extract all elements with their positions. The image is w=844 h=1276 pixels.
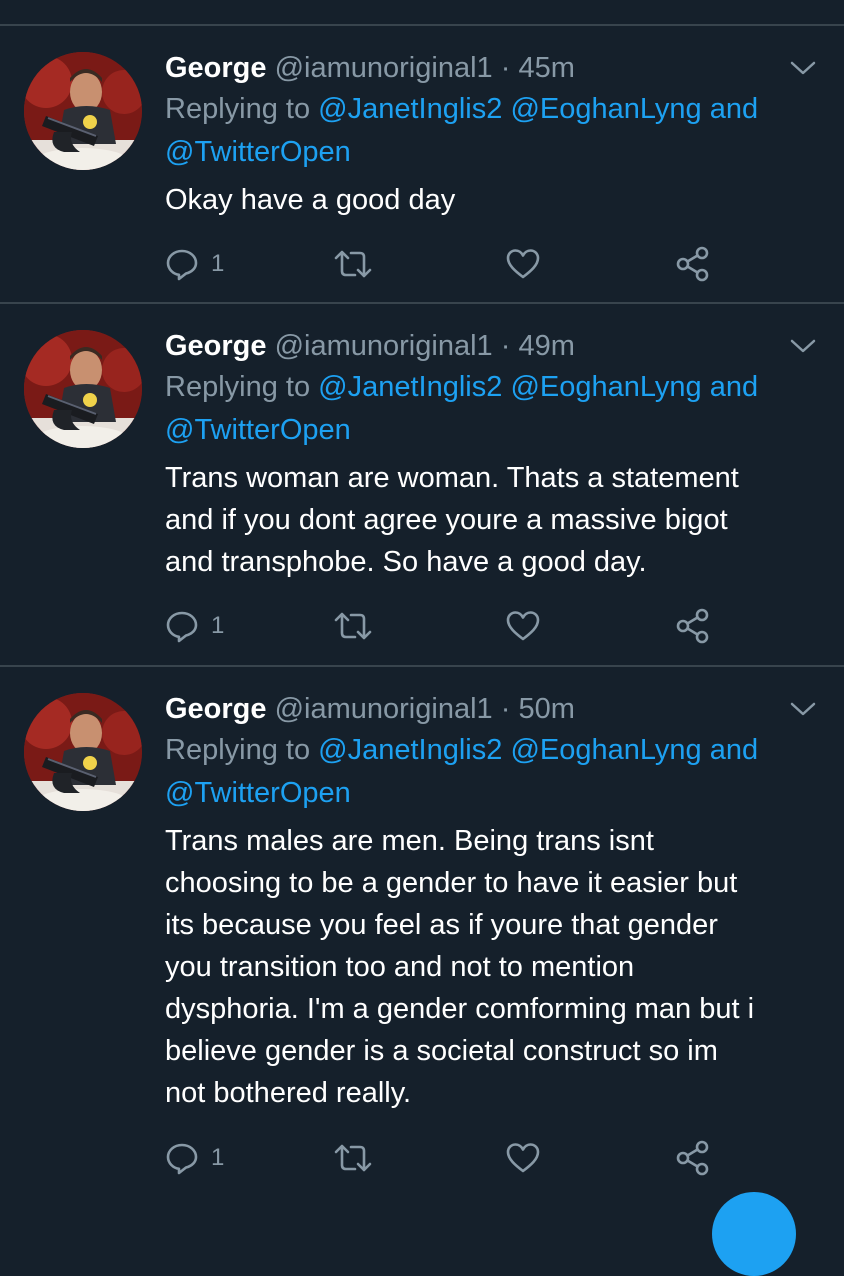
tweet[interactable]: George @iamunoriginal1 · 45m Replying to… — [0, 26, 844, 304]
tweet-text: Trans males are men. Being trans isnt ch… — [165, 820, 815, 1114]
tweet-text-line: and if you dont agree youre a massive bi… — [165, 504, 728, 536]
tweet-text-line: believe gender is a societal construct s… — [165, 1035, 718, 1067]
reply-count: 1 — [211, 250, 225, 277]
share-icon — [676, 608, 709, 644]
avatar[interactable] — [24, 330, 142, 448]
reply-icon — [166, 249, 198, 281]
avatar-photo-icon — [24, 52, 142, 170]
tweet-text-line: and transphobe. So have a good day. — [165, 546, 647, 578]
mention-link[interactable]: @EoghanLyng — [510, 93, 701, 125]
mention-link[interactable]: @JanetInglis2 — [318, 93, 502, 125]
tweet-text-line: Trans males are men. Being trans isnt — [165, 825, 654, 857]
like-button[interactable] — [505, 244, 541, 284]
tweet-actions: 1 — [165, 1138, 725, 1178]
reply-button[interactable]: 1 — [165, 244, 224, 284]
like-button[interactable] — [505, 606, 541, 646]
avatar-photo-icon — [24, 693, 142, 811]
tweet-text-line: you transition too and not to mention — [165, 951, 635, 983]
reply-button[interactable]: 1 — [165, 1138, 224, 1178]
separator-dot: · — [500, 693, 511, 725]
mention-link[interactable]: @EoghanLyng — [510, 734, 701, 766]
reply-count: 1 — [211, 1144, 225, 1171]
avatar[interactable] — [24, 52, 142, 170]
reply-button[interactable]: 1 — [165, 606, 224, 646]
retweet-icon — [334, 250, 372, 278]
tweet-text-line: Okay have a good day — [165, 184, 456, 216]
tweet-text-line: not bothered really. — [165, 1077, 412, 1109]
reply-context: Replying to @JanetInglis2 @EoghanLyng an… — [165, 729, 815, 815]
retweet-icon — [334, 1144, 372, 1172]
avatar-photo-icon — [24, 330, 142, 448]
reply-count: 1 — [211, 612, 225, 639]
timestamp[interactable]: 49m — [518, 330, 574, 362]
mention-and: and — [709, 93, 759, 125]
tweet-actions: 1 — [165, 606, 725, 646]
author-name[interactable]: George — [165, 330, 267, 362]
like-button[interactable] — [505, 1138, 541, 1178]
heart-icon — [506, 249, 540, 279]
tweet[interactable]: George @iamunoriginal1 · 50m Replying to… — [0, 667, 844, 1200]
share-button[interactable] — [675, 1138, 711, 1178]
tweet-header: George @iamunoriginal1 · 49m — [165, 325, 575, 367]
heart-icon — [506, 1143, 540, 1173]
reply-context: Replying to @JanetInglis2 @EoghanLyng an… — [165, 88, 815, 174]
author-handle[interactable]: @iamunoriginal1 — [275, 52, 493, 84]
retweet-button[interactable] — [333, 606, 373, 646]
retweet-button[interactable] — [333, 1138, 373, 1178]
author-name[interactable]: George — [165, 693, 267, 725]
heart-icon — [506, 611, 540, 641]
retweet-icon — [334, 612, 372, 640]
mention-link[interactable]: @TwitterOpen — [165, 414, 351, 446]
reply-prefix: Replying to — [165, 371, 311, 403]
mention-link[interactable]: @TwitterOpen — [165, 777, 351, 809]
chevron-down-icon[interactable] — [788, 699, 818, 719]
reply-icon — [166, 611, 198, 643]
tweet-text: Okay have a good day — [165, 179, 815, 221]
tweet-text-line: its because you feel as if youre that ge… — [165, 909, 718, 941]
mention-link[interactable]: @JanetInglis2 — [318, 734, 502, 766]
share-button[interactable] — [675, 244, 711, 284]
reply-icon — [166, 1143, 198, 1175]
reply-context: Replying to @JanetInglis2 @EoghanLyng an… — [165, 366, 815, 452]
compose-button[interactable] — [712, 1192, 796, 1276]
reply-prefix: Replying to — [165, 93, 311, 125]
tweet[interactable]: George @iamunoriginal1 · 49m Replying to… — [0, 304, 844, 667]
tweet-header: George @iamunoriginal1 · 50m — [165, 688, 575, 730]
mention-and: and — [709, 734, 759, 766]
author-name[interactable]: George — [165, 52, 267, 84]
mention-link[interactable]: @JanetInglis2 — [318, 371, 502, 403]
author-handle[interactable]: @iamunoriginal1 — [275, 330, 493, 362]
separator-dot: · — [500, 52, 511, 84]
avatar[interactable] — [24, 693, 142, 811]
share-icon — [676, 246, 709, 282]
mention-and: and — [709, 371, 759, 403]
share-button[interactable] — [675, 606, 711, 646]
author-handle[interactable]: @iamunoriginal1 — [275, 693, 493, 725]
separator-dot: · — [500, 330, 511, 362]
tweet-text-line: choosing to be a gender to have it easie… — [165, 867, 738, 899]
tweet-header: George @iamunoriginal1 · 45m — [165, 47, 575, 89]
tweet-text: Trans woman are woman. Thats a statement… — [165, 457, 815, 583]
mention-link[interactable]: @TwitterOpen — [165, 136, 351, 168]
tweet-text-line: Trans woman are woman. Thats a statement — [165, 462, 739, 494]
mention-link[interactable]: @EoghanLyng — [510, 371, 701, 403]
timestamp[interactable]: 45m — [518, 52, 574, 84]
tweet-text-line: dysphoria. I'm a gender comforming man b… — [165, 993, 755, 1025]
retweet-button[interactable] — [333, 244, 373, 284]
reply-prefix: Replying to — [165, 734, 311, 766]
chevron-down-icon[interactable] — [788, 58, 818, 78]
timestamp[interactable]: 50m — [518, 693, 574, 725]
tweet-actions: 1 — [165, 244, 725, 284]
chevron-down-icon[interactable] — [788, 336, 818, 356]
share-icon — [676, 1140, 709, 1176]
